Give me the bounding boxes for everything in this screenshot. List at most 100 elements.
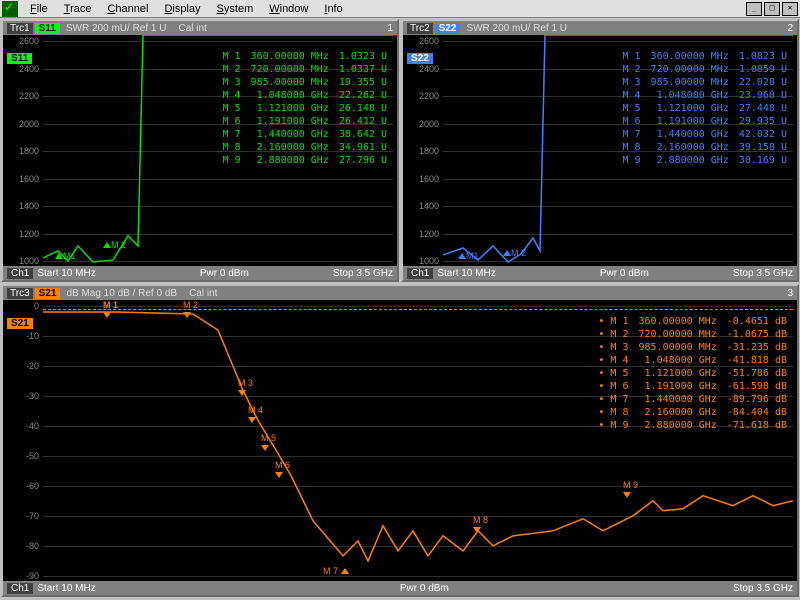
ytick: 1200: [5, 229, 39, 239]
scale-text: dB Mag 10 dB / Ref 0 dB: [66, 288, 177, 299]
menu-system[interactable]: System: [209, 2, 262, 16]
power: Pwr 0 dBm: [200, 268, 249, 279]
marker-row: • M 71.440000 GHz-89.796 dB: [594, 394, 791, 405]
menu-file[interactable]: File: [22, 2, 56, 16]
ytick: 2400: [5, 64, 39, 74]
maximize-button[interactable]: □: [764, 2, 780, 16]
menu-bar: FileTraceChannelDisplaySystemWindowInfo …: [0, 0, 800, 18]
ytick: 1800: [5, 146, 39, 156]
scale-text: SWR 200 mU/ Ref 1 U: [66, 23, 167, 34]
channel-label: Ch1: [407, 268, 433, 279]
ytick: -40: [5, 421, 39, 431]
power: Pwr 0 dBm: [400, 583, 449, 594]
marker-table-s11: M 1360.00000 MHz1.0323 U M 2720.00000 MHz…: [216, 49, 393, 168]
menu-channel[interactable]: Channel: [99, 2, 156, 16]
marker-row: M 61.191000 GHz29.935 U: [618, 116, 791, 127]
ytick: -70: [5, 511, 39, 521]
menu-window[interactable]: Window: [261, 2, 316, 16]
pane-s21-footer: Ch1 Start 10 MHz Pwr 0 dBm Stop 3.5 GHz: [3, 581, 797, 595]
marker-row: M 1360.00000 MHz1.0323 U: [218, 51, 391, 62]
channel-label: Ch1: [7, 268, 33, 279]
marker-table-s21: • M 1360.00000 MHz-0.4651 dB • M 2720.000…: [592, 314, 793, 433]
trace-label: Trc1: [7, 23, 33, 34]
pane-s21-header: Trc3 S21 dB Mag 10 dB / Ref 0 dB Cal int…: [3, 286, 797, 300]
ytick: 2600: [405, 36, 439, 46]
channel-label: Ch1: [7, 583, 33, 594]
ytick: -20: [5, 361, 39, 371]
pane-s22-footer: Ch1 Start 10 MHz Pwr 0 dBm Stop 3.5 GHz: [403, 266, 797, 280]
cal-text: Cal int: [178, 23, 206, 34]
ytick: 2000: [5, 119, 39, 129]
sparam-label: S22: [435, 23, 461, 34]
trace-num: 2: [787, 23, 793, 34]
ytick: 0: [5, 301, 39, 311]
pane-s22-header: Trc2 S22 SWR 200 mU/ Ref 1 U 2: [403, 21, 797, 35]
start-freq: Start 10 MHz: [37, 583, 95, 594]
ytick: -80: [5, 541, 39, 551]
marker-row: M 92.880000 GHz27.796 U: [218, 155, 391, 166]
ytick: -60: [5, 481, 39, 491]
ytick: 1000: [5, 256, 39, 266]
marker-row: • M 41.048000 GHz-41.818 dB: [594, 355, 791, 366]
marker-row: • M 1360.00000 MHz-0.4651 dB: [594, 316, 791, 327]
marker-row: • M 82.160000 GHz-84.404 dB: [594, 407, 791, 418]
power: Pwr 0 dBm: [600, 268, 649, 279]
marker-row: M 2720.00000 MHz1.0859 U: [618, 64, 791, 75]
pane-s22[interactable]: Trc2 S22 SWR 200 mU/ Ref 1 U 2 S22 10001…: [401, 19, 799, 282]
plot-area-s11[interactable]: S11 100012001400160018002000220024002600…: [3, 35, 397, 266]
app-icon: [2, 1, 18, 17]
stop-freq: Stop 3.5 GHz: [733, 583, 793, 594]
marker-row: M 82.160000 GHz39.158 U: [618, 142, 791, 153]
ytick: -10: [5, 331, 39, 341]
ytick: 1400: [5, 201, 39, 211]
start-freq: Start 10 MHz: [37, 268, 95, 279]
marker-row: M 2720.00000 MHz1.0337 U: [218, 64, 391, 75]
ytick: 1400: [405, 201, 439, 211]
close-button[interactable]: ✕: [782, 2, 798, 16]
badge-s11: S11: [7, 53, 32, 64]
trace-label: Trc2: [407, 23, 433, 34]
pane-s21[interactable]: Trc3 S21 dB Mag 10 dB / Ref 0 dB Cal int…: [1, 284, 799, 597]
badge-s21: S21: [7, 318, 33, 329]
stop-freq: Stop 3.5 GHz: [733, 268, 793, 279]
marker-row: • M 3985.00000 MHz-31.235 dB: [594, 342, 791, 353]
trace-num: 1: [387, 23, 393, 34]
marker-row: M 51.121000 GHz26.148 U: [218, 103, 391, 114]
plot-area-s21[interactable]: S21 -90-80-70-60-50-40-30-20-100 M 1 M 2…: [3, 300, 797, 581]
badge-s22: S22: [407, 53, 433, 64]
marker-row: M 92.880000 GHz30.169 U: [618, 155, 791, 166]
marker-row: M 61.191000 GHz26.412 U: [218, 116, 391, 127]
ytick: 2400: [405, 64, 439, 74]
menu-info[interactable]: Info: [316, 2, 350, 16]
plot-area-s22[interactable]: S22 100012001400160018002000220024002600…: [403, 35, 797, 266]
marker-row: M 41.048000 GHz23.960 U: [618, 90, 791, 101]
marker-table-s22: M 1360.00000 MHz1.0823 UM 2720.00000 MHz…: [616, 49, 793, 168]
pane-s11[interactable]: Trc1 S11 SWR 200 mU/ Ref 1 U Cal int 1 S…: [1, 19, 399, 282]
marker-row: M 71.440000 GHz38.642 U: [218, 129, 391, 140]
sparam-label: S11: [35, 23, 60, 34]
marker-row: M 3985.00000 MHz19.355 U: [218, 77, 391, 88]
ytick: 1200: [405, 229, 439, 239]
marker-row: M 3985.00000 MHz22.028 U: [618, 77, 791, 88]
trace-num: 3: [787, 288, 793, 299]
marker-row: • M 51.121000 GHz-51.786 dB: [594, 368, 791, 379]
menu-trace[interactable]: Trace: [56, 2, 100, 16]
marker-row: • M 2720.00000 MHz-1.0675 dB: [594, 329, 791, 340]
cal-text: Cal int: [189, 288, 217, 299]
pane-s11-header: Trc1 S11 SWR 200 mU/ Ref 1 U Cal int 1: [3, 21, 397, 35]
ytick: 1600: [405, 174, 439, 184]
sparam-label: S21: [35, 288, 61, 299]
ytick: -30: [5, 391, 39, 401]
stop-freq: Stop 3.5 GHz: [333, 268, 393, 279]
ytick: 2600: [5, 36, 39, 46]
ytick: 1600: [5, 174, 39, 184]
menu-display[interactable]: Display: [156, 2, 208, 16]
ytick: 1800: [405, 146, 439, 156]
marker-row: M 41.048000 GHz22.262 U: [218, 90, 391, 101]
ytick: -90: [5, 571, 39, 581]
marker-row: • M 61.191000 GHz-61.598 dB: [594, 381, 791, 392]
marker-row: M 82.160000 GHz34.961 U: [218, 142, 391, 153]
ytick: -50: [5, 451, 39, 461]
minimize-button[interactable]: _: [746, 2, 762, 16]
ytick: 2000: [405, 119, 439, 129]
